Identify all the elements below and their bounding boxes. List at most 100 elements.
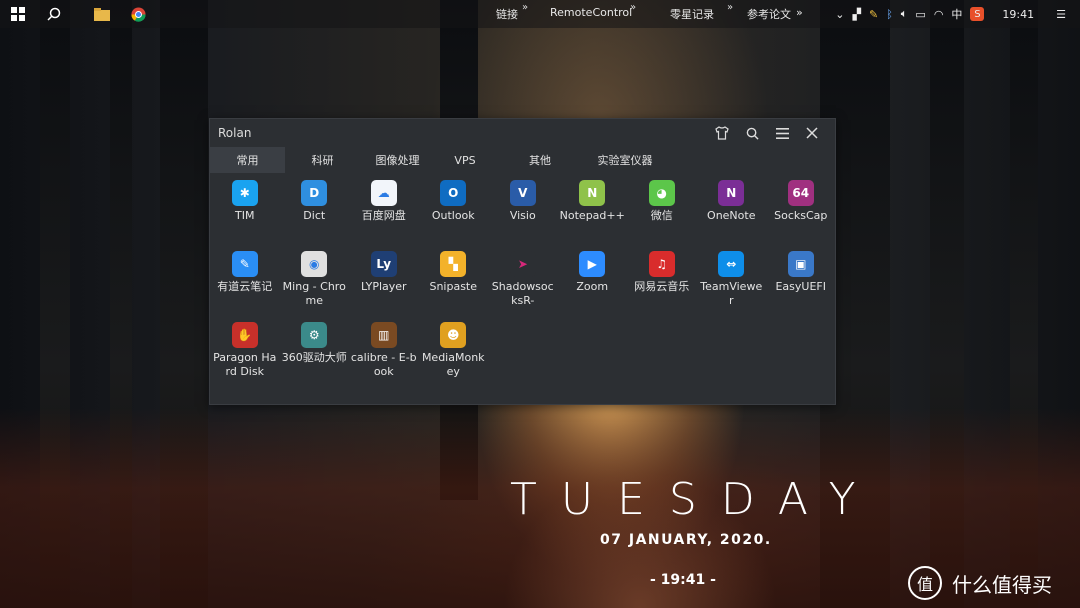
app-label: Paragon Hard Disk [213,351,277,378]
app-item[interactable]: ☻ MediaMonkey [419,319,489,390]
bookmark-notes[interactable]: 零星记录 [670,6,714,22]
app-item[interactable]: ♫ 网易云音乐 [627,248,697,319]
sogou-icon[interactable]: S [970,7,985,21]
app-item[interactable]: Ly LYPlayer [349,248,419,319]
app-item[interactable]: ⚙ 360驱动大师 [280,319,350,390]
zoom-icon: ▶ [579,251,606,277]
app-label: Outlook [431,209,475,222]
clock-time[interactable]: 19:41 [1002,8,1034,21]
start-button[interactable] [0,0,36,28]
app-label: TIM [235,209,255,222]
windows-tray-icon[interactable]: ▞ [853,8,861,21]
tab-lab-instruments[interactable]: 实验室仪器 [585,147,665,173]
app-item[interactable]: ▚ Snipaste [419,248,489,319]
tray-chevron-icon[interactable]: ⌄ [835,8,844,21]
app-label: TeamViewer [700,280,763,307]
clock-date: 07 JANUARY, 2020. [600,532,772,548]
app-label: MediaMonkey [421,351,485,378]
app-item[interactable]: ▥ calibre - E-book [349,319,419,390]
tab-other[interactable]: 其他 [495,147,585,173]
app-label: OneNote [707,209,756,222]
system-tray: ⌄ ▞ ✎ ᛒ 🔈︎ ▭ ◠ 中 S 19:41 ☰ [831,0,1080,28]
app-label: 百度网盘 [361,209,406,222]
app-item[interactable]: ⇔ TeamViewer [697,248,767,319]
pen-icon: ✎ [231,251,258,277]
rolan-title: Rolan [218,126,252,140]
links-chevron-icon[interactable]: » [522,2,528,13]
bluetooth-icon[interactable]: ᛒ [886,8,893,21]
app-item[interactable]: ◉ Ming - Chrome [280,248,350,319]
bookmark-remotecontrol[interactable]: RemoteControl [550,6,632,19]
app-grid: ✱ TIM D Dict ☁ 百度网盘 O Outlook V Visio N Notepad++ ◕ 微… [210,177,835,390]
app-item[interactable]: 64 SocksCap [766,177,836,248]
ime-indicator[interactable]: 中 [951,6,962,22]
smzdm-watermark: 值 什么值得买 [908,566,1052,600]
app-item[interactable]: ✎ 有道云笔记 [210,248,280,319]
action-center-icon[interactable]: ☰ [1056,8,1066,21]
app-item[interactable]: ➤ ShadowsocksR- [488,248,558,319]
app-label: 网易云音乐 [634,280,690,293]
chrome-icon: ◉ [301,251,328,277]
watermark-logo-icon: 值 [908,566,942,600]
menu-button[interactable] [767,119,797,147]
bookmark-chevron-icon[interactable]: » [727,2,733,13]
monkey-icon: ☻ [440,322,467,348]
bookmark-chevron-icon[interactable]: » [796,6,803,19]
plane-icon: ➤ [509,251,536,277]
file-explorer-button[interactable] [84,0,120,28]
skin-button[interactable] [707,119,737,147]
wifi-icon[interactable]: ◠ [934,8,944,21]
app-label: Zoom [576,280,609,293]
shirt-icon [715,126,729,140]
app-label: Notepad++ [559,209,625,222]
tray-pen-icon[interactable]: ✎ [869,8,878,21]
volume-icon[interactable]: 🔈︎ [901,7,908,21]
notepad-icon: N [579,180,606,206]
app-item[interactable]: ▶ Zoom [558,248,628,319]
search-button[interactable] [737,119,767,147]
rolan-window: Rolan 常用 科研 图像处理 VPS 其他 实验室仪器 ✱ TIM D Di… [209,118,836,405]
chrome-taskbar-button[interactable] [120,0,156,28]
links-toolbar-label[interactable]: 链接 [496,6,518,22]
bookmark-papers[interactable]: 参考论文 [747,6,791,22]
app-item[interactable]: ✋ Paragon Hard Disk [210,319,280,390]
tab-vps[interactable]: VPS [435,147,495,173]
app-label: ShadowsocksR- [491,280,554,307]
app-item[interactable]: ◕ 微信 [627,177,697,248]
close-button[interactable] [797,119,827,147]
tab-image-processing[interactable]: 图像处理 [360,147,435,173]
app-label: Ming - Chrome [282,280,346,307]
outlook-icon: O [440,180,467,206]
rolan-titlebar[interactable]: Rolan [210,119,835,147]
bookmark-chevron-icon[interactable]: » [630,2,636,13]
app-label: SocksCap [774,209,828,222]
app-item[interactable]: ✱ TIM [210,177,280,248]
tab-common[interactable]: 常用 [210,147,285,173]
app-label: Dict [303,209,326,222]
app-label: calibre - E-book [350,351,417,378]
app-label: 微信 [650,209,673,222]
chrome-icon [130,6,146,22]
battery-icon[interactable]: ▭ [915,8,925,21]
app-item[interactable]: N OneNote [697,177,767,248]
search-icon [746,127,759,140]
app-label: EasyUEFI [775,280,826,293]
clock-time-widget: - 19:41 - [650,572,716,588]
app-item[interactable]: ☁ 百度网盘 [349,177,419,248]
app-item[interactable]: ▣ EasyUEFI [766,248,836,319]
windows-icon [11,7,25,21]
paragon-icon: ✋ [231,322,258,348]
app-item[interactable]: N Notepad++ [558,177,628,248]
app-item[interactable]: V Visio [488,177,558,248]
visio-icon: V [509,180,536,206]
snipaste-icon: ▚ [440,251,467,277]
search-icon [47,7,61,21]
app-item[interactable]: D Dict [280,177,350,248]
tab-research[interactable]: 科研 [285,147,360,173]
search-button[interactable] [36,0,72,28]
app-item[interactable]: O Outlook [419,177,489,248]
folder-icon [94,7,110,21]
monitor-icon: ▣ [787,251,814,277]
wechat-icon: ◕ [648,180,675,206]
onenote-icon: N [718,180,745,206]
